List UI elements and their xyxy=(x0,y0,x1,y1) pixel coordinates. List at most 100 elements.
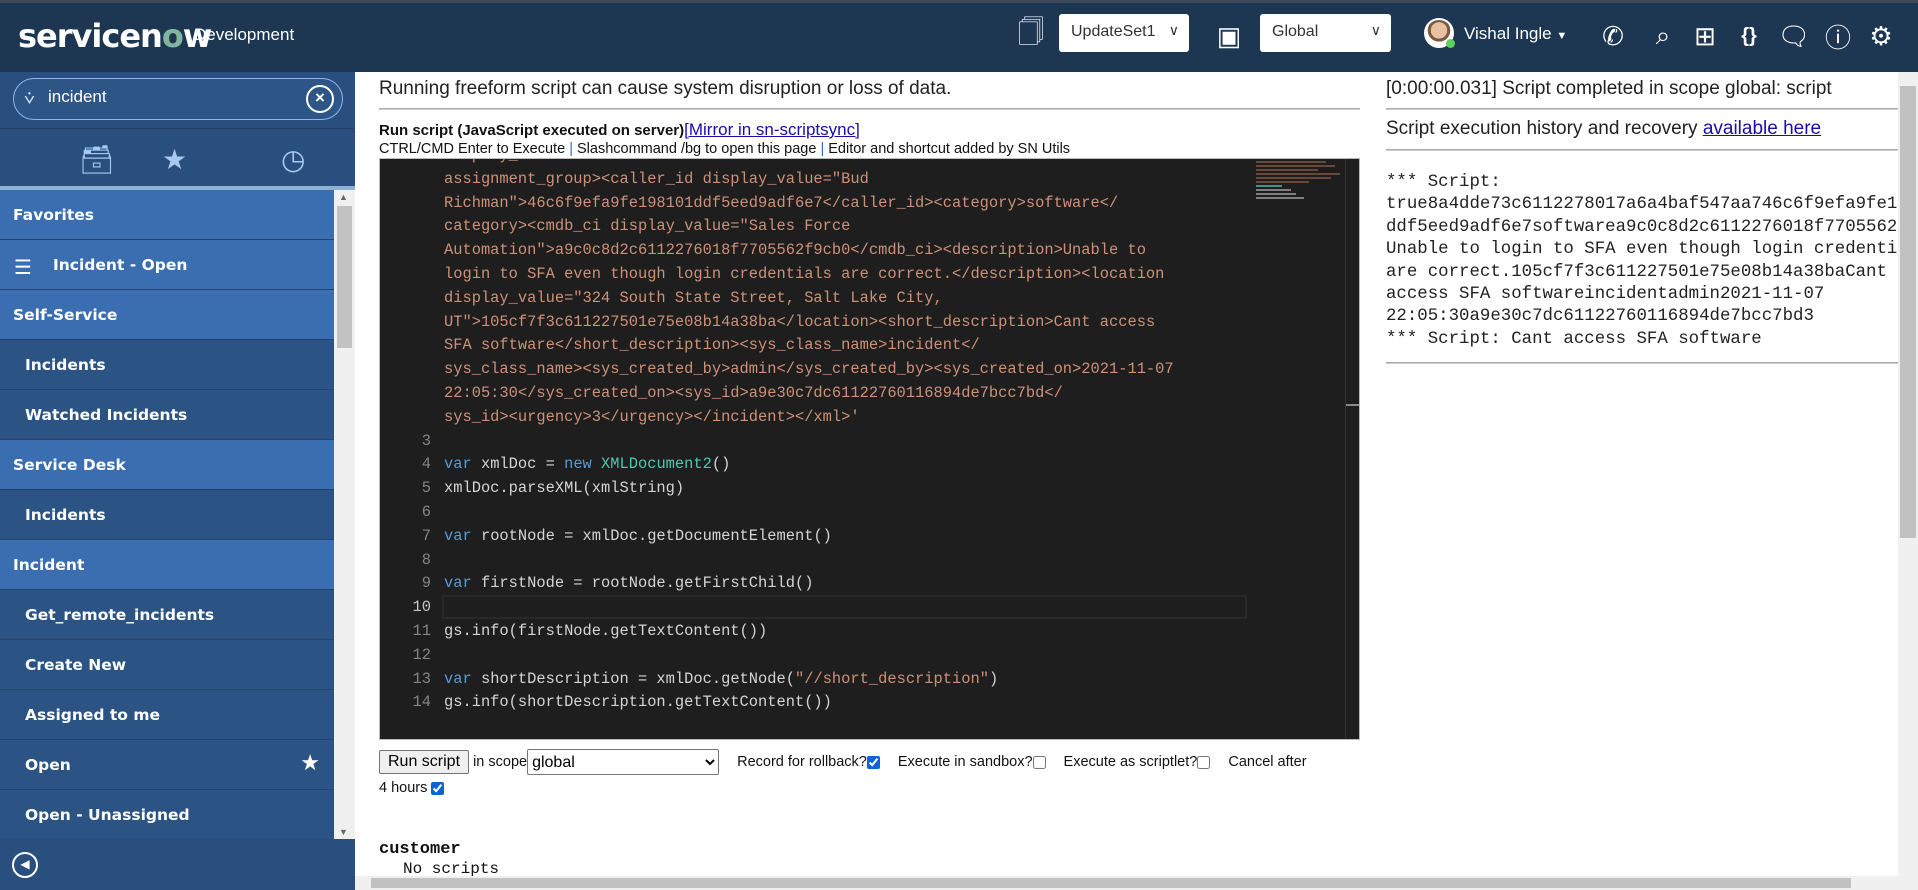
help-icon[interactable]: ⓘ xyxy=(1821,17,1855,55)
code-token: new xyxy=(564,455,602,474)
code-line: display_value="324 South State Street, S… xyxy=(380,286,1250,310)
code-token: firstNode = rootNode.getFirstChild() xyxy=(480,574,814,593)
no-scripts-text: No scripts xyxy=(403,860,500,876)
history-text: Script execution history and recovery av… xyxy=(1386,118,1821,140)
sidebar-item[interactable]: Incidents xyxy=(0,490,334,540)
line-number: 7 xyxy=(421,526,431,545)
clear-filter-icon[interactable]: × xyxy=(306,85,334,113)
servicenow-logo[interactable]: servicenow xyxy=(18,17,212,55)
sandbox-checkbox[interactable] xyxy=(1032,755,1046,769)
code-token: display_value="Software" name="Software"… xyxy=(444,159,1137,164)
sidebar-item-label: Get_remote_incidents xyxy=(25,605,215,624)
sidebar-item[interactable]: Self-Service xyxy=(0,290,334,340)
code-line: 22:05:30</sys_created_on><sys_id>a9e30c7… xyxy=(380,381,1250,405)
line-number: 4 xyxy=(421,455,431,474)
line-number: 3 xyxy=(421,431,431,450)
sidebar-item[interactable]: Create New xyxy=(0,640,334,690)
run-script-label: Run script (JavaScript executed on serve… xyxy=(379,120,860,140)
code-text: gs.info(firstNode.getTextContent()) xyxy=(444,619,767,643)
editor-minimap[interactable] xyxy=(1256,159,1344,229)
history-link[interactable]: available here xyxy=(1703,118,1821,139)
grid-icon[interactable]: ⊞ xyxy=(1688,17,1722,55)
chevron-down-icon: ∨ xyxy=(1168,22,1179,38)
code-token: Richman">46c6f9efa9fe198101ddf5eed9adf6e… xyxy=(444,193,1119,212)
sidebar-item[interactable]: Assigned to me xyxy=(0,690,334,740)
code-line: category><cmdb_ci display_value="Sales F… xyxy=(380,214,1250,238)
sidebar-item[interactable]: Watched Incidents xyxy=(0,390,334,440)
editor-scrollbar[interactable] xyxy=(1345,159,1359,739)
code-line: assignment_group><caller_id display_valu… xyxy=(380,167,1250,191)
line-number: 6 xyxy=(421,503,431,521)
sidebar-item-label: Open xyxy=(25,755,71,774)
code-line: display_value="Software" name="Software"… xyxy=(380,159,1250,167)
divider xyxy=(1386,108,1898,110)
code-line: 13 var shortDescription = xmlDoc.getNode(… xyxy=(380,667,1250,691)
code-token: var xyxy=(444,526,481,545)
history-tab-clock-icon[interactable]: ◷ xyxy=(281,143,305,176)
update-set-value: UpdateSet1 xyxy=(1071,23,1156,40)
application-scope-icon: ▣ xyxy=(1216,20,1242,51)
record-rollback-checkbox[interactable] xyxy=(866,755,880,769)
code-line: 3 xyxy=(380,429,1250,453)
user-menu[interactable]: Vishal Ingle ▼ xyxy=(1464,24,1567,44)
sidebar-item[interactable]: Favorites xyxy=(0,190,334,240)
phone-icon[interactable]: ✆ xyxy=(1596,17,1630,55)
avatar[interactable] xyxy=(1424,18,1455,48)
code-line: sys_class_name><sys_created_by>admin</sy… xyxy=(380,357,1250,381)
scope-picker[interactable]: Global ∨ xyxy=(1260,14,1391,52)
code-token: var xyxy=(444,669,481,688)
line-number: 13 xyxy=(412,669,431,688)
code-token: UT">105cf7f3c611227501e75e08b14a38ba</lo… xyxy=(444,312,1156,331)
code-line: SFA software</short_description><sys_cla… xyxy=(380,333,1250,357)
sidebar-scrollbar[interactable]: ▲ ▼ xyxy=(334,190,355,839)
page-horizontal-scrollbar[interactable] xyxy=(355,876,1918,890)
line-number: 9 xyxy=(421,574,431,593)
sidebar-item-label: Create New xyxy=(25,655,127,674)
run-script-button[interactable]: Run script xyxy=(379,750,470,775)
code-line: Richman">46c6f9efa9fe198101ddf5eed9adf6e… xyxy=(380,191,1250,215)
search-icon[interactable]: ⌕ xyxy=(1646,17,1680,55)
all-apps-tab-archive-icon[interactable]: 🗃 xyxy=(79,143,115,176)
code-text: assignment_group><caller_id display_valu… xyxy=(444,167,869,191)
sidebar-item[interactable]: Incident xyxy=(0,540,334,590)
warning-text: Running freeform script can cause system… xyxy=(379,78,952,99)
code-token: gs.info(shortDescription.getTextContent(… xyxy=(444,693,832,712)
code-text: display_value="Software" name="Software"… xyxy=(444,159,1137,167)
code-token: category><cmdb_ci display_value="Sales F… xyxy=(444,217,851,236)
sidebar-item[interactable]: Get_remote_incidents xyxy=(0,590,334,640)
script-editor[interactable]: display_value="Software" name="Software"… xyxy=(379,158,1360,740)
favorite-star-icon[interactable]: ★ xyxy=(300,751,320,776)
code-line: 4 var xmlDoc = new XMLDocument2() xyxy=(380,452,1250,476)
update-set-picker[interactable]: UpdateSet1 ∨ xyxy=(1059,14,1189,52)
code-token: var xyxy=(444,574,481,593)
code-text: UT">105cf7f3c611227501e75e08b14a38ba</lo… xyxy=(444,310,1155,334)
sidebar-item-label: Favorites xyxy=(13,205,94,224)
cancel-after-checkbox[interactable] xyxy=(431,781,445,795)
sidebar-item-label: Assigned to me xyxy=(25,705,161,724)
sidebar-item[interactable]: Incidents xyxy=(0,340,334,390)
sidebar-item[interactable]: ☰ Incident - Open xyxy=(0,240,334,290)
sidebar-item[interactable]: Open - Unassigned xyxy=(0,790,334,839)
scope-value: Global xyxy=(1272,23,1319,40)
scriptlet-checkbox[interactable] xyxy=(1197,755,1211,769)
top-header: servicenow Development 🗍 UpdateSet1 ∨ ▣ G… xyxy=(0,0,1918,72)
hint-slashcommand: Slashcommand /bg to open this page xyxy=(577,141,817,157)
sidebar-item[interactable]: Service Desk xyxy=(0,440,334,490)
favorites-tab-star-icon[interactable]: ★ xyxy=(162,143,187,176)
sidebar-item[interactable]: Open ★ xyxy=(0,740,334,790)
braces-icon[interactable]: {} xyxy=(1732,17,1766,55)
mirror-link[interactable]: [Mirror in sn-scriptsync] xyxy=(684,120,860,139)
filter-input[interactable] xyxy=(48,87,298,107)
code-token: gs.info(firstNode.getTextContent()) xyxy=(444,622,768,640)
page-vertical-scrollbar[interactable] xyxy=(1898,72,1918,876)
collapse-navigator-icon[interactable]: ◀ xyxy=(12,852,38,878)
gear-icon[interactable]: ⚙ xyxy=(1864,17,1898,55)
code-token: SFA software</short_description><sys_cla… xyxy=(444,336,980,355)
scope-select[interactable]: global xyxy=(527,749,720,776)
chat-icon[interactable]: 🗨 xyxy=(1777,17,1811,55)
code-text: Automation">a9c0c8d2c6112276018f7705562f… xyxy=(444,238,1146,262)
code-text: Richman">46c6f9efa9fe198101ddf5eed9adf6e… xyxy=(444,191,1118,215)
navigator-filter[interactable]: ⩒ × xyxy=(13,78,343,120)
divider xyxy=(1386,149,1898,151)
sidebar-item-label: Incident - Open xyxy=(53,255,188,274)
